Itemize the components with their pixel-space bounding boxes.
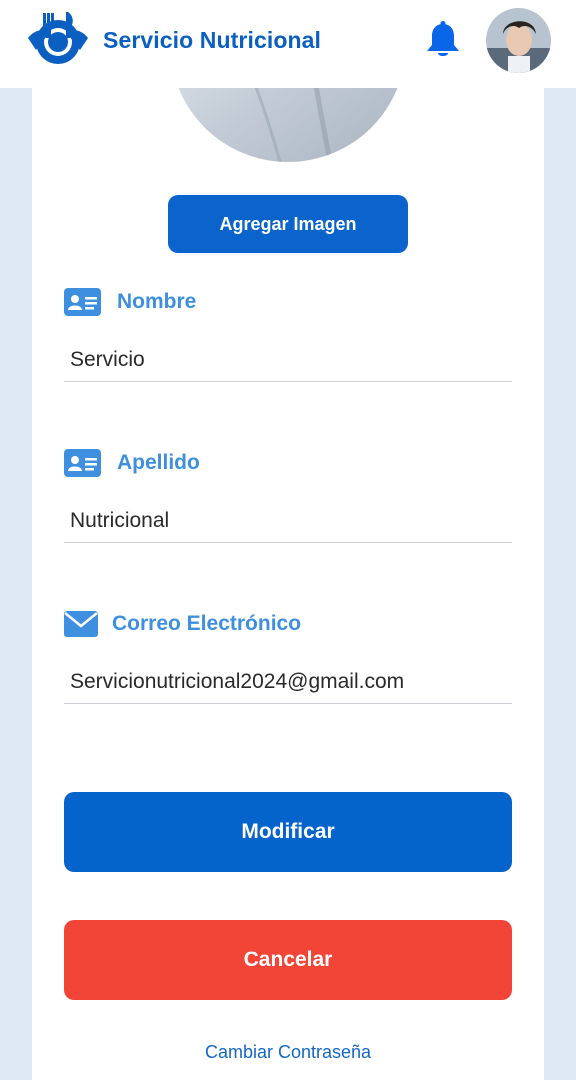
plate-fork-knife-logo-icon[interactable] bbox=[24, 10, 92, 68]
email-input[interactable]: Servicionutricional2024@gmail.com bbox=[64, 660, 512, 704]
id-card-icon bbox=[64, 288, 101, 316]
id-card-icon bbox=[64, 449, 101, 477]
nombre-label: Nombre bbox=[117, 290, 197, 313]
user-avatar[interactable] bbox=[486, 8, 551, 73]
nombre-label-row: Nombre bbox=[64, 288, 196, 316]
nombre-input[interactable]: Servicio bbox=[64, 338, 512, 382]
correo-label-row: Correo Electrónico bbox=[64, 611, 301, 637]
cancel-button[interactable]: Cancelar bbox=[64, 920, 512, 1000]
change-password-link[interactable]: Cambiar Contraseña bbox=[0, 1042, 576, 1063]
bell-icon[interactable] bbox=[424, 20, 462, 60]
apellido-label: Apellido bbox=[117, 451, 200, 474]
modify-button[interactable]: Modificar bbox=[64, 792, 512, 872]
app-header: Servicio Nutricional bbox=[0, 0, 576, 88]
add-image-button[interactable]: Agregar Imagen bbox=[168, 195, 408, 253]
app-title: Servicio Nutricional bbox=[103, 27, 322, 53]
correo-label: Correo Electrónico bbox=[112, 612, 302, 635]
apellido-label-row: Apellido bbox=[64, 449, 200, 477]
envelope-icon bbox=[64, 611, 98, 637]
apellido-input[interactable]: Nutricional bbox=[64, 499, 512, 543]
